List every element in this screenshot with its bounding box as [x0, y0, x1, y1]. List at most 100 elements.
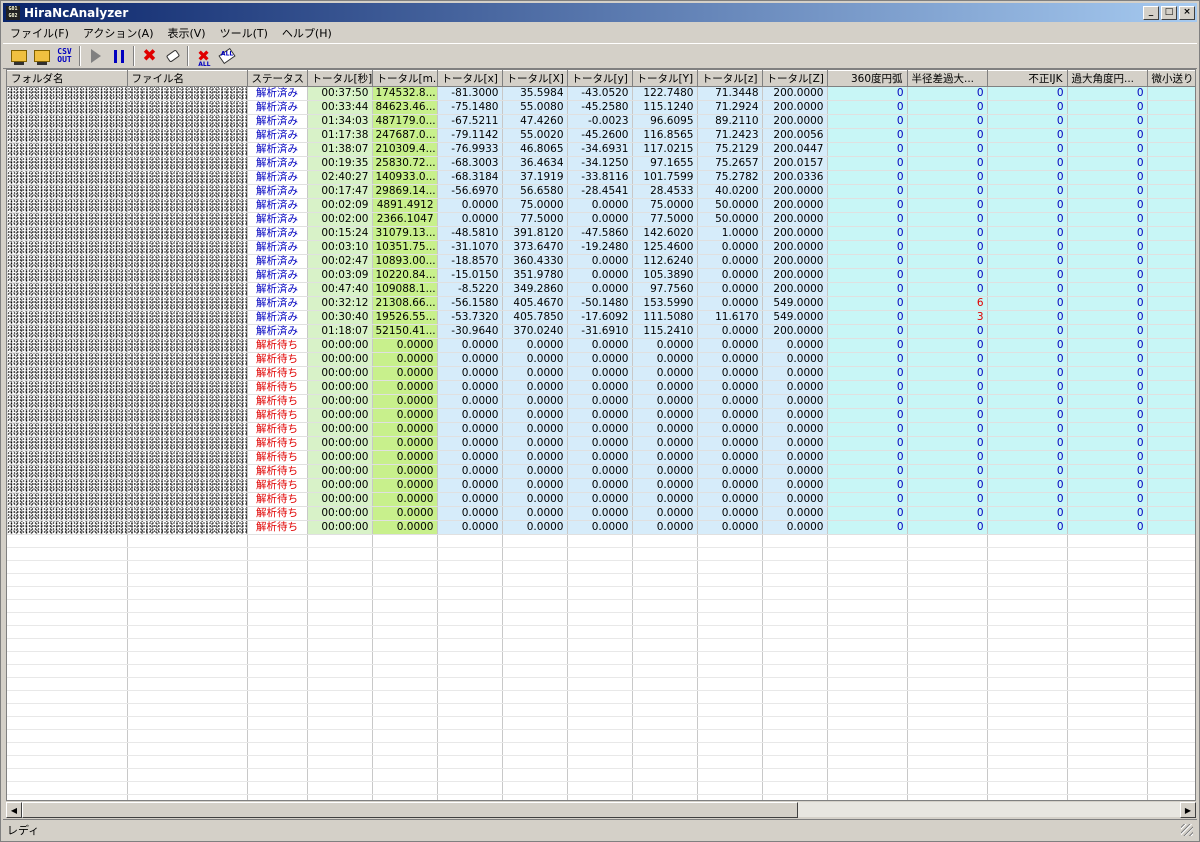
table-row[interactable]: 解析待ち 00:00:00 0.0000 0.0000 0.0000 0.0000 0.00…	[7, 492, 1195, 507]
empty-cell	[7, 742, 128, 756]
table-row[interactable]: 解析待ち 00:00:00 0.0000 0.0000 0.0000 0.0000 0.00…	[7, 464, 1195, 479]
table-row[interactable]: 解析待ち 00:00:00 0.0000 0.0000 0.0000 0.0000 0.00…	[7, 338, 1195, 353]
empty-cell	[7, 781, 128, 795]
column-header[interactable]: 過大角度円...	[1067, 70, 1148, 87]
status-cell: 解析済み	[247, 282, 308, 297]
table-row[interactable]: 解析済み 00:47:40 109088.1... -8.5220 349.2860 0.…	[7, 282, 1195, 297]
table-row[interactable]: 解析済み 00:03:10 10351.75... -31.1070 373.6470-…	[7, 240, 1195, 255]
empty-cell	[247, 677, 308, 691]
menu-file[interactable]: ファイル(F)	[3, 25, 76, 41]
empty-cell	[907, 690, 988, 704]
table-row[interactable]: 解析済み 01:17:38 247687.0... -79.1142 55.0020 -4…	[7, 128, 1195, 143]
table-row[interactable]: 解析済み 01:18:07 52150.41... -30.9640 370.0240-…	[7, 324, 1195, 339]
empty-cell	[697, 573, 763, 587]
column-header[interactable]: 360度円弧	[827, 70, 908, 87]
column-header[interactable]: トータル[y]	[567, 70, 633, 87]
close-button[interactable]: ×	[1179, 5, 1195, 20]
clear-button[interactable]	[161, 45, 184, 67]
pause-button[interactable]	[107, 45, 130, 67]
results-grid[interactable]: フォルダ名 ファイル名 ステータス トータル[秒] トータル[m... トータル…	[6, 69, 1196, 801]
csv-out-button[interactable]: CSV OUT	[53, 45, 76, 67]
empty-cell	[247, 742, 308, 756]
table-row[interactable]: 解析済み 02:40:27 140933.0... -68.3184 37.1919 -3…	[7, 170, 1195, 185]
play-button[interactable]	[84, 45, 107, 67]
value-cell: 0	[827, 380, 908, 395]
file-name-cell	[127, 282, 248, 297]
column-header[interactable]: 半径差過大...	[907, 70, 988, 87]
value-cell: 0	[1067, 352, 1148, 367]
table-row[interactable]: 解析済み 00:32:12 21308.66... -56.1580 405.4670-…	[7, 296, 1195, 311]
scroll-thumb[interactable]	[22, 802, 798, 818]
column-header[interactable]: トータル[m...	[372, 70, 438, 87]
open-folder-button[interactable]	[30, 45, 53, 67]
scroll-left-button[interactable]: ◀	[6, 802, 22, 818]
scroll-track[interactable]	[798, 802, 1180, 817]
table-row[interactable]: 解析待ち 00:00:00 0.0000 0.0000 0.0000 0.0000 0.00…	[7, 394, 1195, 409]
table-row[interactable]: 解析待ち 00:00:00 0.0000 0.0000 0.0000 0.0000 0.00…	[7, 436, 1195, 451]
table-row[interactable]: 解析待ち 00:00:00 0.0000 0.0000 0.0000 0.0000 0.00…	[7, 520, 1195, 535]
column-header[interactable]: 微小送り	[1147, 70, 1195, 87]
value-cell: 0.0000	[372, 464, 438, 479]
arrow-left-icon: ◀	[10, 805, 18, 815]
toolbar-separator	[79, 46, 81, 66]
menu-tools[interactable]: ツール(T)	[213, 25, 275, 41]
table-row[interactable]: 解析待ち 00:00:00 0.0000 0.0000 0.0000 0.0000 0.00…	[7, 450, 1195, 465]
value-cell: 174532.8...	[372, 86, 438, 101]
column-header[interactable]: トータル[Z]	[762, 70, 828, 87]
table-row[interactable]: 解析済み 00:02:09 4891.4912 0.0000 75.0000 0.0000…	[7, 198, 1195, 213]
column-header[interactable]: トータル[秒]	[307, 70, 373, 87]
table-row[interactable]: 解析済み 00:17:47 29869.14... -56.6970 56.6580 -2…	[7, 184, 1195, 199]
maximize-button[interactable]: □	[1161, 5, 1177, 20]
table-row[interactable]: 解析待ち 00:00:00 0.0000 0.0000 0.0000 0.0000 0.00…	[7, 506, 1195, 521]
scroll-right-button[interactable]: ▶	[1180, 802, 1196, 818]
menu-help[interactable]: ヘルプ(H)	[275, 25, 339, 41]
table-row[interactable]: 解析済み 00:03:09 10220.84... -15.0150 351.9780 0…	[7, 268, 1195, 283]
table-row[interactable]: 解析待ち 00:00:00 0.0000 0.0000 0.0000 0.0000 0.00…	[7, 422, 1195, 437]
table-row[interactable]: 解析待ち 00:00:00 0.0000 0.0000 0.0000 0.0000 0.00…	[7, 366, 1195, 381]
table-row[interactable]: 解析済み 00:15:24 31079.13... -48.5810 391.8120-…	[7, 226, 1195, 241]
table-row[interactable]: 解析済み 00:30:40 19526.55... -53.7320 405.7850-…	[7, 310, 1195, 325]
column-header[interactable]: トータル[x]	[437, 70, 503, 87]
value-cell: 25830.72...	[372, 156, 438, 171]
table-row[interactable]: 解析済み 00:02:00 2366.1047 0.0000 77.5000 0.0000…	[7, 212, 1195, 227]
column-header[interactable]: 不正IJK	[987, 70, 1068, 87]
table-row[interactable]: 解析済み 00:33:44 84623.46... -75.1480 55.0080 -4…	[7, 100, 1195, 115]
title-bar[interactable]: G01 G02 HiraNcAnalyzer _ □ ×	[3, 3, 1197, 22]
clear-all-button[interactable]: ALL	[215, 45, 238, 67]
table-row[interactable]: 解析済み 01:34:03 487179.0... -67.5211 47.4260 -0…	[7, 114, 1195, 129]
horizontal-scrollbar[interactable]: ◀ ▶	[6, 801, 1196, 818]
empty-cell	[632, 547, 698, 561]
value-cell: 0	[907, 338, 988, 353]
empty-cell	[502, 690, 568, 704]
folder-name-cell	[7, 254, 128, 269]
folder-name-cell	[7, 450, 128, 465]
column-header[interactable]: ファイル名	[127, 70, 248, 87]
table-row[interactable]: 解析済み 00:02:47 10893.00... -18.8570 360.4330 0…	[7, 254, 1195, 269]
delete-all-button[interactable]: ✖ ALL	[192, 45, 215, 68]
table-row[interactable]: 解析済み 01:38:07 210309.4... -76.9933 46.8065 -3…	[7, 142, 1195, 157]
column-header[interactable]: ステータス	[247, 70, 308, 87]
empty-cell	[762, 612, 828, 626]
column-header[interactable]: トータル[z]	[697, 70, 763, 87]
table-row[interactable]: 解析待ち 00:00:00 0.0000 0.0000 0.0000 0.0000 0.00…	[7, 380, 1195, 395]
value-cell: 200.0447	[762, 142, 828, 157]
open-file-button[interactable]	[7, 45, 30, 67]
empty-row	[7, 677, 1195, 691]
empty-cell	[1147, 664, 1195, 678]
column-header[interactable]: フォルダ名	[7, 70, 128, 87]
minimize-button[interactable]: _	[1143, 5, 1159, 20]
table-row[interactable]: 解析済み 00:19:35 25830.72... -68.3003 36.4634 -3…	[7, 156, 1195, 171]
table-row[interactable]: 解析待ち 00:00:00 0.0000 0.0000 0.0000 0.0000 0.00…	[7, 352, 1195, 367]
value-cell: 75.2129	[697, 142, 763, 157]
table-row[interactable]: 解析済み 00:37:50 174532.8... -81.3000 35.5984 -4…	[7, 86, 1195, 101]
table-row[interactable]: 解析待ち 00:00:00 0.0000 0.0000 0.0000 0.0000 0.00…	[7, 408, 1195, 423]
resize-grip-icon[interactable]	[1181, 824, 1193, 836]
value-cell: 0	[907, 366, 988, 381]
value-cell: 01:17:38	[307, 128, 373, 143]
column-header[interactable]: トータル[Y]	[632, 70, 698, 87]
table-row[interactable]: 解析待ち 00:00:00 0.0000 0.0000 0.0000 0.0000 0.00…	[7, 478, 1195, 493]
menu-view[interactable]: 表示(V)	[160, 25, 212, 41]
delete-button[interactable]: ✖	[138, 45, 161, 67]
menu-action[interactable]: アクション(A)	[76, 25, 161, 41]
column-header[interactable]: トータル[X]	[502, 70, 568, 87]
